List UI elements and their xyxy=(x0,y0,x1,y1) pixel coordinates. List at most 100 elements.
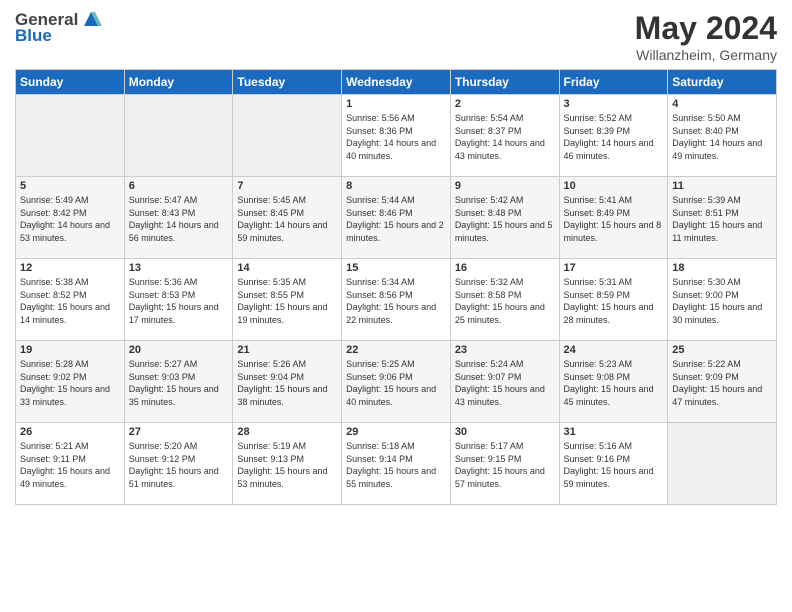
col-monday: Monday xyxy=(124,70,233,95)
day-number: 27 xyxy=(129,426,229,438)
logo-icon xyxy=(80,8,102,30)
cell-info: Sunrise: 5:49 AMSunset: 8:42 PMDaylight:… xyxy=(20,194,120,244)
cell-info: Sunrise: 5:27 AMSunset: 9:03 PMDaylight:… xyxy=(129,358,229,408)
day-number: 19 xyxy=(20,344,120,356)
table-row: 13 Sunrise: 5:36 AMSunset: 8:53 PMDaylig… xyxy=(124,259,233,341)
day-number: 30 xyxy=(455,426,555,438)
day-number: 16 xyxy=(455,262,555,274)
day-number: 10 xyxy=(564,180,664,192)
col-wednesday: Wednesday xyxy=(342,70,451,95)
cell-info: Sunrise: 5:25 AMSunset: 9:06 PMDaylight:… xyxy=(346,358,446,408)
day-number: 3 xyxy=(564,98,664,110)
table-row: 11 Sunrise: 5:39 AMSunset: 8:51 PMDaylig… xyxy=(668,177,777,259)
table-row: 21 Sunrise: 5:26 AMSunset: 9:04 PMDaylig… xyxy=(233,341,342,423)
table-row: 7 Sunrise: 5:45 AMSunset: 8:45 PMDayligh… xyxy=(233,177,342,259)
cell-info: Sunrise: 5:17 AMSunset: 9:15 PMDaylight:… xyxy=(455,440,555,490)
location: Willanzheim, Germany xyxy=(635,47,777,63)
cell-info: Sunrise: 5:35 AMSunset: 8:55 PMDaylight:… xyxy=(237,276,337,326)
table-row: 16 Sunrise: 5:32 AMSunset: 8:58 PMDaylig… xyxy=(450,259,559,341)
day-number: 12 xyxy=(20,262,120,274)
table-row: 10 Sunrise: 5:41 AMSunset: 8:49 PMDaylig… xyxy=(559,177,668,259)
table-row xyxy=(668,423,777,505)
table-row: 23 Sunrise: 5:24 AMSunset: 9:07 PMDaylig… xyxy=(450,341,559,423)
table-row: 8 Sunrise: 5:44 AMSunset: 8:46 PMDayligh… xyxy=(342,177,451,259)
day-number: 24 xyxy=(564,344,664,356)
day-number: 1 xyxy=(346,98,446,110)
cell-info: Sunrise: 5:20 AMSunset: 9:12 PMDaylight:… xyxy=(129,440,229,490)
cell-info: Sunrise: 5:32 AMSunset: 8:58 PMDaylight:… xyxy=(455,276,555,326)
cell-info: Sunrise: 5:18 AMSunset: 9:14 PMDaylight:… xyxy=(346,440,446,490)
header-row: Sunday Monday Tuesday Wednesday Thursday… xyxy=(16,70,777,95)
table-row: 14 Sunrise: 5:35 AMSunset: 8:55 PMDaylig… xyxy=(233,259,342,341)
day-number: 8 xyxy=(346,180,446,192)
cell-info: Sunrise: 5:44 AMSunset: 8:46 PMDaylight:… xyxy=(346,194,446,244)
day-number: 5 xyxy=(20,180,120,192)
cell-info: Sunrise: 5:36 AMSunset: 8:53 PMDaylight:… xyxy=(129,276,229,326)
cell-info: Sunrise: 5:28 AMSunset: 9:02 PMDaylight:… xyxy=(20,358,120,408)
col-thursday: Thursday xyxy=(450,70,559,95)
cell-info: Sunrise: 5:45 AMSunset: 8:45 PMDaylight:… xyxy=(237,194,337,244)
logo: General Blue xyxy=(15,10,102,46)
day-number: 31 xyxy=(564,426,664,438)
day-number: 15 xyxy=(346,262,446,274)
page-header: General Blue May 2024 Willanzheim, Germa… xyxy=(15,10,777,63)
table-row: 27 Sunrise: 5:20 AMSunset: 9:12 PMDaylig… xyxy=(124,423,233,505)
day-number: 26 xyxy=(20,426,120,438)
cell-info: Sunrise: 5:38 AMSunset: 8:52 PMDaylight:… xyxy=(20,276,120,326)
table-row: 6 Sunrise: 5:47 AMSunset: 8:43 PMDayligh… xyxy=(124,177,233,259)
day-number: 22 xyxy=(346,344,446,356)
table-row: 9 Sunrise: 5:42 AMSunset: 8:48 PMDayligh… xyxy=(450,177,559,259)
col-sunday: Sunday xyxy=(16,70,125,95)
cell-info: Sunrise: 5:41 AMSunset: 8:49 PMDaylight:… xyxy=(564,194,664,244)
day-number: 11 xyxy=(672,180,772,192)
table-row: 30 Sunrise: 5:17 AMSunset: 9:15 PMDaylig… xyxy=(450,423,559,505)
week-row-3: 12 Sunrise: 5:38 AMSunset: 8:52 PMDaylig… xyxy=(16,259,777,341)
title-section: May 2024 Willanzheim, Germany xyxy=(635,10,777,63)
day-number: 28 xyxy=(237,426,337,438)
cell-info: Sunrise: 5:26 AMSunset: 9:04 PMDaylight:… xyxy=(237,358,337,408)
cell-info: Sunrise: 5:39 AMSunset: 8:51 PMDaylight:… xyxy=(672,194,772,244)
day-number: 13 xyxy=(129,262,229,274)
week-row-1: 1 Sunrise: 5:56 AMSunset: 8:36 PMDayligh… xyxy=(16,95,777,177)
day-number: 7 xyxy=(237,180,337,192)
day-number: 14 xyxy=(237,262,337,274)
table-row: 18 Sunrise: 5:30 AMSunset: 9:00 PMDaylig… xyxy=(668,259,777,341)
day-number: 21 xyxy=(237,344,337,356)
week-row-4: 19 Sunrise: 5:28 AMSunset: 9:02 PMDaylig… xyxy=(16,341,777,423)
day-number: 18 xyxy=(672,262,772,274)
cell-info: Sunrise: 5:31 AMSunset: 8:59 PMDaylight:… xyxy=(564,276,664,326)
cell-info: Sunrise: 5:21 AMSunset: 9:11 PMDaylight:… xyxy=(20,440,120,490)
day-number: 17 xyxy=(564,262,664,274)
table-row: 25 Sunrise: 5:22 AMSunset: 9:09 PMDaylig… xyxy=(668,341,777,423)
cell-info: Sunrise: 5:47 AMSunset: 8:43 PMDaylight:… xyxy=(129,194,229,244)
day-number: 9 xyxy=(455,180,555,192)
cell-info: Sunrise: 5:22 AMSunset: 9:09 PMDaylight:… xyxy=(672,358,772,408)
table-row: 24 Sunrise: 5:23 AMSunset: 9:08 PMDaylig… xyxy=(559,341,668,423)
cell-info: Sunrise: 5:34 AMSunset: 8:56 PMDaylight:… xyxy=(346,276,446,326)
cell-info: Sunrise: 5:19 AMSunset: 9:13 PMDaylight:… xyxy=(237,440,337,490)
table-row xyxy=(16,95,125,177)
table-row: 2 Sunrise: 5:54 AMSunset: 8:37 PMDayligh… xyxy=(450,95,559,177)
cell-info: Sunrise: 5:30 AMSunset: 9:00 PMDaylight:… xyxy=(672,276,772,326)
table-row xyxy=(124,95,233,177)
table-row: 12 Sunrise: 5:38 AMSunset: 8:52 PMDaylig… xyxy=(16,259,125,341)
cell-info: Sunrise: 5:50 AMSunset: 8:40 PMDaylight:… xyxy=(672,112,772,162)
table-row: 28 Sunrise: 5:19 AMSunset: 9:13 PMDaylig… xyxy=(233,423,342,505)
page-container: General Blue May 2024 Willanzheim, Germa… xyxy=(0,0,792,515)
cell-info: Sunrise: 5:16 AMSunset: 9:16 PMDaylight:… xyxy=(564,440,664,490)
col-saturday: Saturday xyxy=(668,70,777,95)
calendar-table: Sunday Monday Tuesday Wednesday Thursday… xyxy=(15,69,777,505)
table-row: 26 Sunrise: 5:21 AMSunset: 9:11 PMDaylig… xyxy=(16,423,125,505)
day-number: 29 xyxy=(346,426,446,438)
table-row: 29 Sunrise: 5:18 AMSunset: 9:14 PMDaylig… xyxy=(342,423,451,505)
day-number: 20 xyxy=(129,344,229,356)
cell-info: Sunrise: 5:42 AMSunset: 8:48 PMDaylight:… xyxy=(455,194,555,244)
table-row: 3 Sunrise: 5:52 AMSunset: 8:39 PMDayligh… xyxy=(559,95,668,177)
col-tuesday: Tuesday xyxy=(233,70,342,95)
table-row: 17 Sunrise: 5:31 AMSunset: 8:59 PMDaylig… xyxy=(559,259,668,341)
table-row: 1 Sunrise: 5:56 AMSunset: 8:36 PMDayligh… xyxy=(342,95,451,177)
cell-info: Sunrise: 5:52 AMSunset: 8:39 PMDaylight:… xyxy=(564,112,664,162)
cell-info: Sunrise: 5:54 AMSunset: 8:37 PMDaylight:… xyxy=(455,112,555,162)
day-number: 25 xyxy=(672,344,772,356)
day-number: 4 xyxy=(672,98,772,110)
